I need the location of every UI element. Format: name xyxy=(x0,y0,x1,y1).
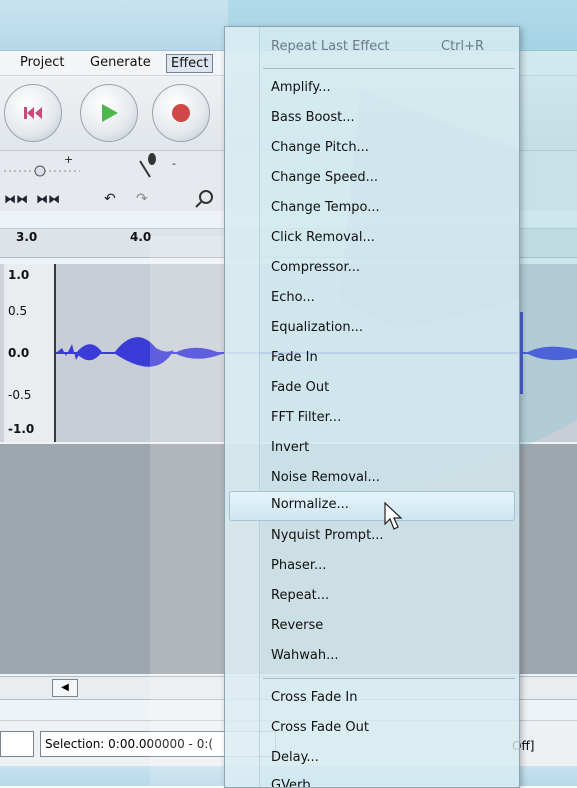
menu-item-fft-filter[interactable]: FFT Filter... xyxy=(271,407,341,429)
menu-item-nyquist-prompt[interactable]: Nyquist Prompt... xyxy=(271,525,384,547)
scale-label: 0.0 xyxy=(8,346,30,360)
menu-item-compressor[interactable]: Compressor... xyxy=(271,257,360,279)
menu-item-cross-fade-in[interactable]: Cross Fade In xyxy=(271,687,357,709)
menu-item-phaser[interactable]: Phaser... xyxy=(271,555,326,577)
project-rate-field[interactable] xyxy=(0,731,34,757)
menu-item-equalization[interactable]: Equalization... xyxy=(271,317,363,339)
record-icon xyxy=(172,104,190,122)
skip-start-icon xyxy=(24,107,42,119)
menu-item-reverse[interactable]: Reverse xyxy=(271,615,323,637)
menu-effect[interactable]: Effect xyxy=(166,54,214,73)
menu-separator xyxy=(263,68,515,69)
menu-item-click-removal[interactable]: Click Removal... xyxy=(271,227,375,249)
menu-item-change-pitch[interactable]: Change Pitch... xyxy=(271,137,369,159)
menu-item-repeat-last-effect[interactable]: Repeat Last Effect xyxy=(271,36,390,58)
scale-label: -0.5 xyxy=(8,388,32,402)
menu-item-invert[interactable]: Invert xyxy=(271,437,309,459)
mouse-cursor-icon xyxy=(384,502,403,530)
ruler-tick: 3.0 xyxy=(16,230,38,244)
effect-menu: Repeat Last Effect Ctrl+R Amplify... Bas… xyxy=(224,26,520,788)
menu-separator xyxy=(263,678,515,679)
menu-item-fade-out[interactable]: Fade Out xyxy=(271,377,329,399)
ruler-tick: 4.0 xyxy=(130,230,152,244)
menu-item-fade-in[interactable]: Fade In xyxy=(271,347,318,369)
menu-item-change-tempo[interactable]: Change Tempo... xyxy=(271,197,380,219)
menu-icon-gutter xyxy=(225,27,260,787)
menu-item-amplify[interactable]: Amplify... xyxy=(271,77,331,99)
svg-text:-: - xyxy=(172,157,176,170)
menu-item-gverb[interactable]: GVerb... xyxy=(271,775,323,787)
scale-label: 0.5 xyxy=(8,304,28,318)
menu-generate[interactable]: Generate xyxy=(86,54,155,71)
amplitude-scale: 1.0 0.5 0.0 -0.5 -1.0 xyxy=(4,264,56,442)
svg-text:↶: ↶ xyxy=(104,191,116,207)
scale-label: -1.0 xyxy=(8,422,35,436)
svg-text:+: + xyxy=(64,153,73,166)
menu-item-delay[interactable]: Delay... xyxy=(271,747,319,769)
record-button[interactable] xyxy=(152,84,210,142)
play-icon xyxy=(102,104,118,122)
menu-item-bass-boost[interactable]: Bass Boost... xyxy=(271,107,355,129)
menu-item-cross-fade-out[interactable]: Cross Fade Out xyxy=(271,717,369,739)
shortcut-label: Ctrl+R xyxy=(441,39,485,54)
svg-text:⧓⧓: ⧓⧓ xyxy=(36,192,60,206)
svg-text:↷: ↷ xyxy=(136,191,148,207)
menu-item-echo[interactable]: Echo... xyxy=(271,287,315,309)
scroll-left-button[interactable]: ◀ xyxy=(52,679,78,697)
skip-start-button[interactable] xyxy=(4,84,62,142)
menu-item-repeat[interactable]: Repeat... xyxy=(271,585,329,607)
menu-item-normalize[interactable]: Normalize... xyxy=(271,494,349,516)
menu-item-change-speed[interactable]: Change Speed... xyxy=(271,167,378,189)
menu-item-wahwah[interactable]: Wahwah... xyxy=(271,645,338,667)
play-button[interactable] xyxy=(80,84,138,142)
menu-item-noise-removal[interactable]: Noise Removal... xyxy=(271,467,380,489)
menu-project[interactable]: Project xyxy=(16,54,68,71)
scale-label: 1.0 xyxy=(8,268,30,282)
svg-text:⧓⧓: ⧓⧓ xyxy=(4,192,28,206)
